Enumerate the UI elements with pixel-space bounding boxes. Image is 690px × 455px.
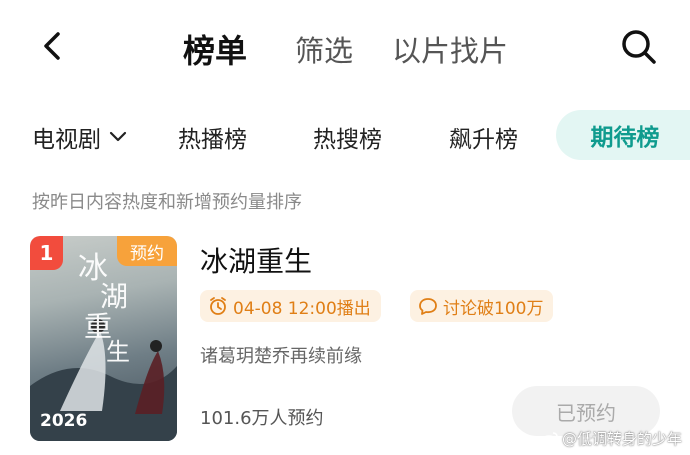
reserve-tag: 预约 — [117, 236, 177, 266]
ranking-filter-bar: 电视剧 热播榜 热搜榜 飙升榜 期待榜 — [0, 108, 690, 164]
sort-description: 按昨日内容热度和新增预约量排序 — [32, 192, 302, 213]
list-item[interactable]: 冰 湖 重 生 1 预约 2026 冰湖重生 04-08 12:00播出 讨论破… — [30, 236, 690, 446]
top-nav-bar: 榜单 筛选 以片找片 — [0, 0, 690, 92]
alarm-clock-icon — [210, 297, 226, 315]
weibo-logo-icon — [541, 431, 558, 447]
genre-dropdown[interactable]: 电视剧 — [32, 120, 127, 154]
show-title[interactable]: 冰湖重生 — [200, 240, 312, 280]
schedule-text: 04-08 12:00播出 — [233, 298, 371, 319]
tab-find-by-film[interactable]: 以片找片 — [392, 28, 508, 70]
tab-filter[interactable]: 筛选 — [295, 28, 353, 70]
search-button[interactable] — [618, 26, 660, 68]
watermark-text: @低调转身的少年 — [561, 430, 682, 448]
discussion-pill: 讨论破100万 — [410, 290, 554, 322]
poster-year: 2026 — [40, 411, 88, 431]
svg-text:湖: 湖 — [100, 280, 128, 313]
chip-hot-search[interactable]: 热搜榜 — [313, 120, 382, 154]
genre-label: 电视剧 — [32, 127, 101, 153]
tab-ranking[interactable]: 榜单 — [183, 26, 247, 72]
back-button[interactable] — [34, 26, 74, 66]
weibo-watermark: @低调转身的少年 — [541, 428, 682, 449]
reservation-count: 101.6万人预约 — [200, 408, 324, 429]
chip-anticipated[interactable]: 期待榜 — [556, 110, 690, 160]
chat-bubble-icon — [419, 298, 437, 315]
svg-text:生: 生 — [106, 338, 130, 366]
chevron-left-icon — [44, 32, 60, 60]
chip-hot-playing[interactable]: 热播榜 — [178, 120, 247, 154]
show-description: 诸葛玥楚乔再续前缘 — [200, 346, 362, 367]
search-icon — [622, 30, 656, 64]
schedule-pill: 04-08 12:00播出 — [200, 290, 381, 322]
chevron-down-icon — [109, 131, 127, 142]
poster-image[interactable]: 冰 湖 重 生 1 预约 2026 — [30, 236, 177, 441]
discussion-text: 讨论破100万 — [443, 298, 544, 319]
rank-badge: 1 — [30, 236, 63, 270]
chip-rising[interactable]: 飙升榜 — [449, 120, 518, 154]
